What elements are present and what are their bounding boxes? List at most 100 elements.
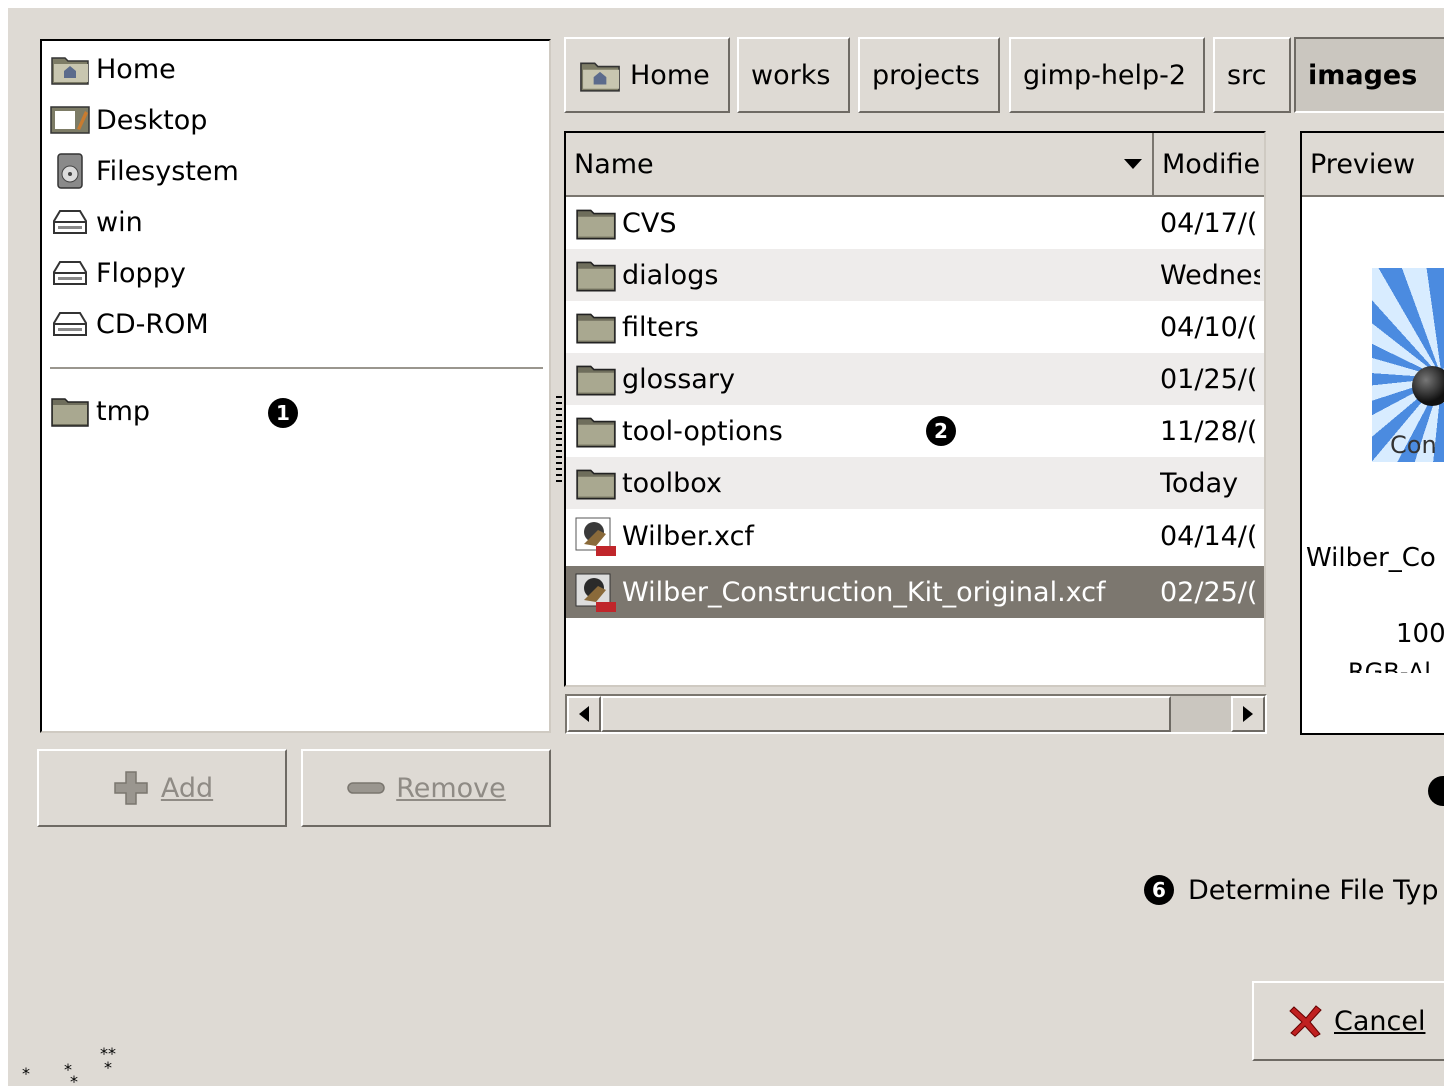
place-item-win[interactable]: win: [48, 197, 143, 247]
file-row[interactable]: CVS 04/17/(: [566, 197, 1264, 249]
remove-label: Remove: [396, 772, 506, 804]
file-name: toolbox: [622, 467, 722, 499]
add-label: Add: [160, 772, 214, 804]
file-row[interactable]: Wilber.xcf 04/14/(: [566, 510, 1264, 562]
home-folder-icon: [580, 62, 620, 92]
xcf-file-icon: [572, 512, 620, 560]
determine-file-type-label: Determine File Typ: [1188, 874, 1439, 906]
cancel-button[interactable]: Cancel: [1252, 981, 1444, 1061]
file-name-cell: Wilber.xcf: [572, 512, 754, 560]
places-separator: [50, 367, 543, 371]
path-button-works[interactable]: works: [737, 37, 850, 113]
place-label: CD-ROM: [96, 308, 209, 340]
path-label: src: [1227, 59, 1267, 91]
path-label: images: [1308, 59, 1418, 91]
desktop-icon: [48, 98, 92, 142]
file-modified: 04/17/(: [1160, 207, 1258, 239]
folder-icon: [572, 199, 620, 247]
file-name: tool-options: [622, 415, 783, 447]
arrow-right-icon: [1243, 706, 1253, 722]
file-name: Wilber_Construction_Kit_original.xcf: [622, 576, 1106, 608]
remove-icon: [347, 782, 385, 794]
pane-resize-handle[interactable]: [556, 396, 562, 482]
add-icon: [114, 771, 148, 805]
home-folder-icon: [48, 47, 92, 91]
place-item-floppy[interactable]: Floppy: [48, 248, 186, 298]
place-label: Floppy: [96, 257, 186, 289]
folder-icon: [572, 407, 620, 455]
wilber-image: [1412, 366, 1444, 406]
place-label: tmp: [96, 395, 151, 427]
preview-thumbnail: Con: [1372, 268, 1444, 462]
sort-descending-icon: [1124, 159, 1142, 169]
folder-icon: [572, 459, 620, 507]
path-button-gimp-help-2[interactable]: gimp-help-2: [1009, 37, 1205, 113]
path-button-src[interactable]: src: [1213, 37, 1291, 113]
place-item-cd-rom[interactable]: CD-ROM: [48, 299, 209, 349]
file-list-header: Name Modifie: [566, 133, 1264, 197]
preview-label: Preview: [1310, 148, 1416, 180]
cancel-icon: [1289, 1005, 1322, 1038]
file-name-cell: tool-options: [572, 407, 783, 455]
file-name-cell: dialogs: [572, 251, 718, 299]
file-name-cell: CVS: [572, 199, 676, 247]
drive-icon: [48, 251, 92, 295]
preview-filename: Wilber_Co: [1306, 543, 1436, 573]
scroll-right-button[interactable]: [1231, 696, 1265, 732]
path-button-projects[interactable]: projects: [858, 37, 1000, 113]
determine-file-type-expander[interactable]: 6 Determine File Typ: [1144, 870, 1439, 910]
place-item-filesystem[interactable]: Filesystem: [48, 146, 239, 196]
asterisk: *: [104, 1058, 112, 1077]
place-item-home[interactable]: Home: [48, 44, 176, 94]
column-label: Modifie: [1162, 148, 1261, 180]
arrow-left-icon: [579, 706, 589, 722]
preview-pane: Preview Con Wilber_Co 100 RGB-Al: [1300, 131, 1444, 735]
preview-size: 100: [1396, 619, 1444, 649]
scroll-left-button[interactable]: [567, 696, 601, 732]
add-button[interactable]: Add: [37, 749, 287, 827]
callout-marker-1: 1: [268, 398, 298, 428]
horizontal-scrollbar[interactable]: [565, 694, 1267, 734]
asterisk: *: [70, 1072, 78, 1091]
asterisk-decoration: * * * ** *: [0, 1040, 130, 1091]
xcf-file-icon: [572, 568, 620, 616]
place-label: Desktop: [96, 104, 208, 136]
path-button-home[interactable]: Home: [564, 37, 730, 113]
folder-icon: [572, 355, 620, 403]
file-row[interactable]: filters 04/10/(: [566, 301, 1264, 353]
drive-icon: [48, 200, 92, 244]
file-modified: 04/14/(: [1160, 520, 1258, 552]
column-header-name[interactable]: Name: [566, 133, 1152, 195]
filesystem-icon: [48, 149, 92, 193]
scrollbar-thumb[interactable]: [601, 696, 1171, 732]
bookmark-item-tmp[interactable]: tmp: [48, 386, 150, 436]
file-name-cell: toolbox: [572, 459, 722, 507]
folder-icon: [572, 303, 620, 351]
path-button-images[interactable]: images: [1294, 37, 1444, 113]
remove-button[interactable]: Remove: [301, 749, 551, 827]
folder-icon: [48, 389, 92, 433]
preview-header: Preview: [1302, 133, 1444, 197]
path-label: works: [751, 59, 831, 91]
place-label: Filesystem: [96, 155, 239, 187]
place-item-desktop[interactable]: Desktop: [48, 95, 207, 145]
file-modified: Wednes: [1160, 259, 1260, 291]
file-row[interactable]: toolbox Today: [566, 457, 1264, 509]
place-label: win: [96, 206, 143, 238]
file-name: CVS: [622, 207, 677, 239]
callout-marker-partial: [1428, 776, 1444, 806]
file-modified: 01/25/(: [1160, 363, 1258, 395]
file-row[interactable]: glossary 01/25/(: [566, 353, 1264, 405]
cancel-label: Cancel: [1334, 1005, 1426, 1037]
file-row[interactable]: tool-options 11/28/( 2: [566, 405, 1264, 457]
file-row-selected[interactable]: Wilber_Construction_Kit_original.xcf 02/…: [566, 566, 1264, 618]
path-label: projects: [872, 59, 980, 91]
column-label: Name: [574, 148, 654, 180]
file-row[interactable]: dialogs Wednes: [566, 249, 1264, 301]
column-header-modified[interactable]: Modifie: [1152, 133, 1264, 195]
path-label: gimp-help-2: [1023, 59, 1187, 91]
folder-icon: [572, 251, 620, 299]
file-modified: 11/28/(: [1160, 415, 1258, 447]
asterisk: *: [22, 1064, 30, 1083]
file-name: glossary: [622, 363, 735, 395]
